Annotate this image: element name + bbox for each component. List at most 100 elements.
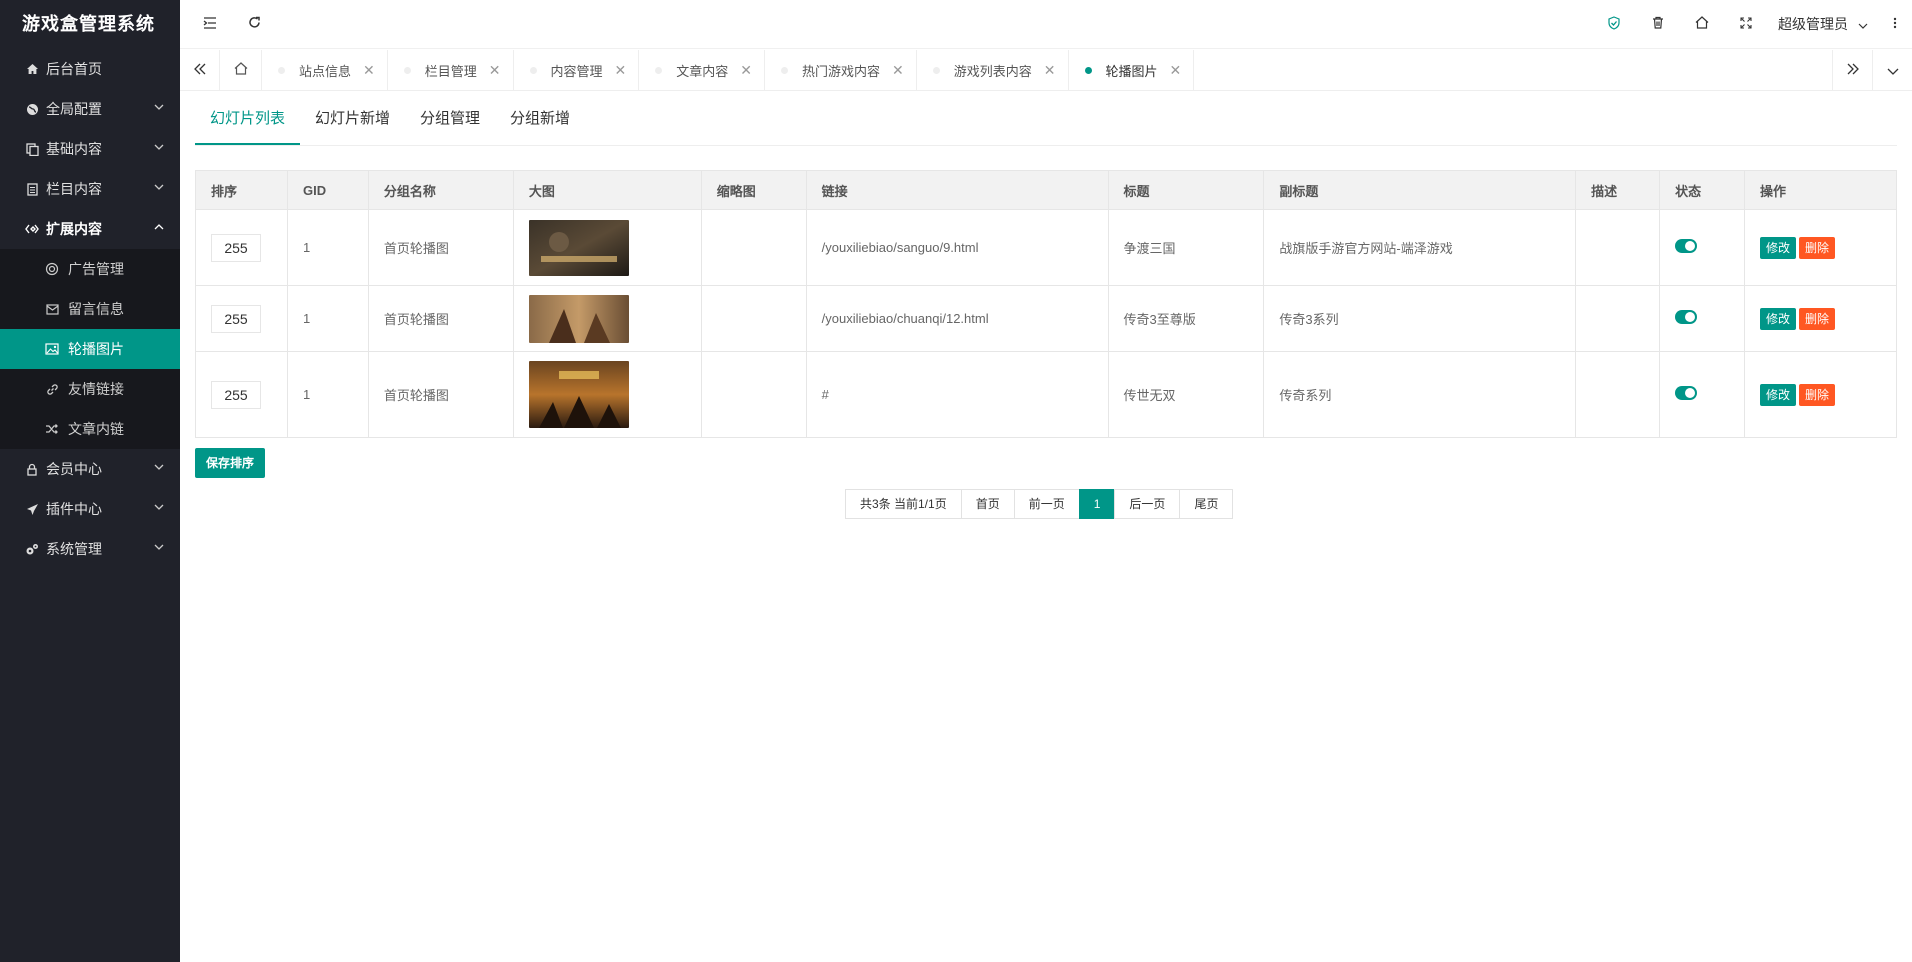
subtab-group-add[interactable]: 分组新增 — [495, 101, 585, 145]
double-chevron-left-icon — [193, 62, 206, 78]
sidebar-subitem-friend-links[interactable]: 友情链接 — [0, 369, 180, 409]
menu-collapse-button[interactable] — [188, 0, 232, 49]
link-cell: /youxiliebiao/chuanqi/12.html — [805, 285, 1109, 352]
refresh-button[interactable] — [232, 0, 276, 49]
tabs-menu-button[interactable] — [1872, 50, 1912, 90]
subtitle-cell: 传奇系列 — [1263, 351, 1577, 438]
last-page-button[interactable]: 尾页 — [1179, 489, 1234, 519]
home-outline-icon — [1695, 16, 1709, 32]
sort-input[interactable]: 255 — [211, 233, 261, 262]
edit-button[interactable]: 修改 — [1760, 307, 1797, 330]
sidebar-subitem-messages[interactable]: 留言信息 — [0, 289, 180, 329]
status-toggle[interactable] — [1675, 239, 1698, 253]
app-logo-title: 游戏盒管理系统 — [22, 14, 155, 34]
close-icon[interactable]: ✕ — [740, 62, 752, 79]
delete-button[interactable]: 删除 — [1799, 383, 1836, 406]
sidebar-subitem-carousel[interactable]: 轮播图片 — [0, 329, 180, 369]
tab-label: 内容管理 — [550, 63, 603, 79]
sidebar-item-label: 系统管理 — [46, 541, 102, 557]
chevron-down-icon — [154, 144, 164, 154]
status-toggle[interactable] — [1675, 310, 1698, 324]
sidebar-item-label: 基础内容 — [46, 141, 102, 157]
sidebar-item-plugin-center[interactable]: 插件中心 — [0, 489, 180, 529]
chevron-down-icon — [154, 504, 164, 514]
sidebar-item-label: 后台首页 — [46, 61, 102, 77]
tab-home[interactable] — [220, 50, 262, 90]
tab-carousel-images[interactable]: 轮播图片 ✕ — [1069, 50, 1195, 90]
delete-button[interactable]: 删除 — [1799, 236, 1836, 259]
fullscreen-button[interactable] — [1724, 0, 1768, 49]
sidebar-subitem-ads[interactable]: 广告管理 — [0, 249, 180, 289]
tab-article-content[interactable]: 文章内容 ✕ — [639, 50, 765, 90]
subtab-slide-add[interactable]: 幻灯片新增 — [300, 101, 405, 145]
tab-game-list[interactable]: 游戏列表内容 ✕ — [917, 50, 1069, 90]
tab-label: 热门游戏内容 — [802, 63, 881, 79]
tab-hot-games[interactable]: 热门游戏内容 ✕ — [765, 50, 917, 90]
tab-column-management[interactable]: 栏目管理 ✕ — [388, 50, 514, 90]
column-header: GID — [286, 170, 369, 210]
prev-page-button[interactable]: 前一页 — [1013, 489, 1080, 519]
sidebar-item-extended-content[interactable]: 扩展内容 — [0, 209, 180, 249]
user-icon — [24, 461, 40, 477]
tabs-scroll-left-button[interactable] — [180, 50, 220, 90]
sidebar-item-basic-content[interactable]: 基础内容 — [0, 129, 180, 169]
sidebar-item-global-config[interactable]: 全局配置 — [0, 89, 180, 129]
gid-cell: 1 — [286, 209, 369, 286]
subtab-slide-list[interactable]: 幻灯片列表 — [195, 101, 301, 145]
first-page-button[interactable]: 首页 — [960, 489, 1015, 519]
sidebar-subitem-label: 广告管理 — [68, 261, 124, 277]
sidebar-subnav-extended: 广告管理 留言信息 轮播图片 友情链接 文章内链 — [0, 249, 180, 449]
title-cell: 传世无双 — [1107, 351, 1265, 438]
close-icon[interactable]: ✕ — [1044, 62, 1056, 79]
code-icon — [24, 221, 40, 237]
group-cell: 首页轮播图 — [367, 285, 514, 352]
clear-cache-button[interactable] — [1636, 0, 1680, 49]
cogs-icon — [24, 541, 40, 557]
tab-site-info[interactable]: 站点信息 ✕ — [262, 50, 388, 90]
thumbnail-cell — [700, 351, 807, 438]
save-sort-button[interactable]: 保存排序 — [195, 448, 266, 478]
sidebar-item-column-content[interactable]: 栏目内容 — [0, 169, 180, 209]
column-header: 链接 — [805, 170, 1109, 210]
sidebar-item-home[interactable]: 后台首页 — [0, 49, 180, 89]
sort-input[interactable]: 255 — [211, 380, 261, 409]
tab-content-management[interactable]: 内容管理 ✕ — [514, 50, 640, 90]
subtab-group-management[interactable]: 分组管理 — [405, 101, 495, 145]
chevron-up-icon — [154, 224, 164, 234]
edit-button[interactable]: 修改 — [1760, 383, 1797, 406]
next-page-button[interactable]: 后一页 — [1114, 489, 1181, 519]
close-icon[interactable]: ✕ — [1170, 62, 1182, 79]
top-header: 超级管理员 — [180, 0, 1912, 49]
delete-button[interactable]: 删除 — [1799, 307, 1836, 330]
column-header: 大图 — [512, 170, 702, 210]
edit-button[interactable]: 修改 — [1760, 236, 1797, 259]
tabs-scroll-right-button[interactable] — [1832, 50, 1872, 90]
current-page[interactable]: 1 — [1078, 489, 1116, 519]
security-button[interactable] — [1592, 0, 1636, 49]
close-icon[interactable]: ✕ — [489, 62, 501, 79]
title-cell: 传奇3至尊版 — [1107, 285, 1265, 352]
status-toggle[interactable] — [1675, 386, 1698, 400]
column-header: 描述 — [1575, 170, 1661, 210]
thumbnail-cell — [700, 209, 807, 286]
sidebar-item-label: 栏目内容 — [46, 181, 102, 197]
tab-dot — [529, 66, 537, 74]
globe-icon — [24, 101, 40, 117]
close-icon[interactable]: ✕ — [892, 62, 904, 79]
column-header: 分组名称 — [367, 170, 514, 210]
site-home-button[interactable] — [1680, 0, 1724, 49]
sidebar-subitem-label: 留言信息 — [68, 301, 124, 317]
user-menu[interactable]: 超级管理员 — [1768, 0, 1878, 49]
sort-input[interactable]: 255 — [211, 304, 261, 333]
sidebar-item-system-management[interactable]: 系统管理 — [0, 529, 180, 569]
close-icon[interactable]: ✕ — [615, 62, 627, 79]
close-icon[interactable]: ✕ — [363, 62, 375, 79]
sidebar: 游戏盒管理系统 后台首页 全局配置 基础内容 栏目内容 扩展内容 广告管理 留言… — [0, 0, 180, 962]
tab-dot — [781, 66, 788, 74]
sidebar-subitem-inner-links[interactable]: 文章内链 — [0, 409, 180, 449]
slide-image — [528, 294, 629, 343]
more-options-button[interactable] — [1878, 0, 1912, 49]
sidebar-item-member-center[interactable]: 会员中心 — [0, 449, 180, 489]
column-header: 副标题 — [1263, 170, 1577, 210]
sidebar-subitem-label: 轮播图片 — [68, 341, 124, 357]
